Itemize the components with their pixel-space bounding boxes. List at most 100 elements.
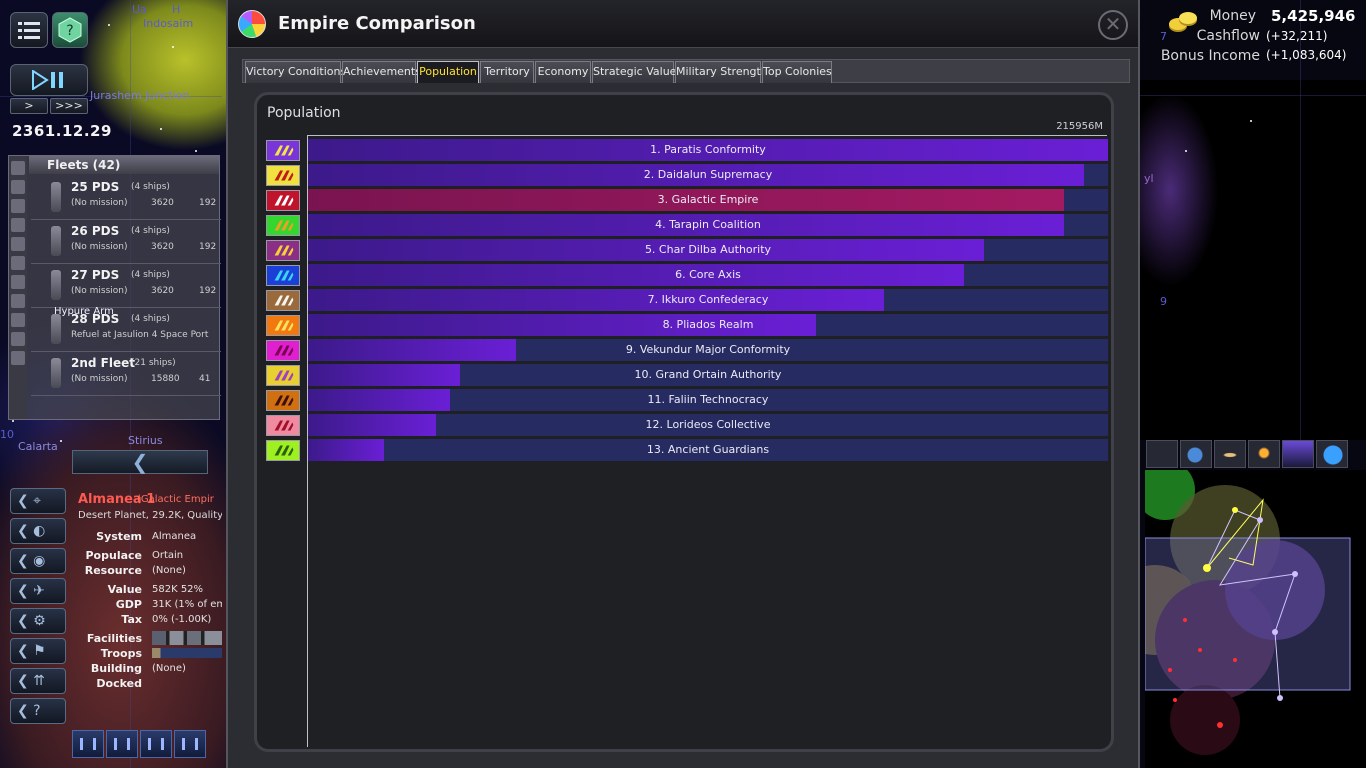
population-bar-track: 11. Faliin Technocracy [308,389,1108,411]
tab-bar: Victory Conditions Achievements Populati… [242,59,1130,83]
minimap-galaxy-button[interactable] [1316,440,1348,468]
close-button[interactable]: ✕ [1098,10,1128,40]
bonus-income-label: Bonus Income [1160,48,1260,64]
view-button[interactable]: ❮ ◉ [10,548,66,574]
tab-victory-conditions[interactable]: Victory Conditions [245,61,346,83]
field-label: Populace [85,549,143,562]
field-label: Resource [84,564,142,577]
minimap-nebula-button[interactable] [1282,440,1314,468]
population-row[interactable]: 2. Daidalun Supremacy [266,164,1108,186]
troops-button[interactable]: ❮ ⇈ [10,668,66,694]
fleet-action-button[interactable] [174,730,206,758]
tab-territory[interactable]: Territory [480,61,534,83]
bonus-income-value: (+1,083,604) [1266,48,1347,62]
query-button[interactable]: ❮ ? [10,698,66,724]
money-value: 5,425,946 [1271,7,1356,25]
sunburst-icon [266,365,300,386]
map-grid-line [1140,95,1366,96]
population-row[interactable]: 13. Ancient Guardians [266,439,1108,461]
population-row[interactable]: 7. Ikkuro Confederacy [266,289,1108,311]
empire-name-label: 3. Galactic Empire [657,193,759,206]
population-row[interactable]: 5. Char Dilba Authority [266,239,1108,261]
tab-population[interactable]: Population [417,61,479,83]
population-bar-track: 12. Lorideos Collective [308,414,1108,436]
flag-button[interactable]: ❮ ⚑ [10,638,66,664]
planets-button[interactable]: ❮ ◐ [10,518,66,544]
population-bar-track: 9. Vekundur Major Conformity [308,339,1108,361]
ships-button[interactable]: ❮ ✈ [10,578,66,604]
empire-name-label: 4. Tarapin Coalition [655,218,761,231]
field-value: 582K 52% [152,584,204,595]
empire-name-label: 13. Ancient Guardians [646,443,770,456]
crown-icon [266,315,300,336]
tab-top-colonies[interactable]: Top Colonies [762,61,832,83]
money-label: Money [1209,8,1256,24]
map-label: 9 [1160,295,1167,308]
population-bar-track: 5. Char Dilba Authority [308,239,1108,261]
population-row[interactable]: 4. Tarapin Coalition [266,214,1108,236]
tab-strategic-value[interactable]: Strategic Value [592,61,676,83]
empire-name-label: 12. Lorideos Collective [645,418,771,431]
fleet-action-button[interactable] [140,730,172,758]
facilities-icons[interactable] [152,631,222,645]
dome-icon [266,265,300,286]
population-row[interactable]: 1. Paratis Conformity [266,139,1108,161]
dialog-title-bar: Empire Comparison ✕ [228,0,1138,48]
field-value: 31K (1% of emp [152,599,222,610]
population-row[interactable]: 9. Vekundur Major Conformity [266,339,1108,361]
population-row[interactable]: 8. Pliados Realm [266,314,1108,336]
fleet-action-button[interactable] [106,730,138,758]
cashflow-label: Cashflow [1196,28,1260,44]
fleet-action-button[interactable] [72,730,104,758]
empire-name-label: 9. Vekundur Major Conformity [625,343,791,356]
map-grid-line [1300,0,1301,440]
population-row[interactable]: 12. Lorideos Collective [266,414,1108,436]
field-value: (None) [152,663,186,674]
population-row[interactable]: 3. Galactic Empire [266,189,1108,211]
empire-name-label: 6. Core Axis [675,268,741,281]
population-row[interactable]: 6. Core Axis [266,264,1108,286]
population-row[interactable]: 11. Faliin Technocracy [266,389,1108,411]
population-bar-track: 7. Ikkuro Confederacy [308,289,1108,311]
planet-empire: (Galactic Empir [137,494,214,505]
field-value: 0% (-1.00K) [152,614,212,625]
population-bar-track: 3. Galactic Empire [308,189,1108,211]
tab-economy[interactable]: Economy [535,61,591,83]
map-label: yl [1144,172,1154,185]
claw-stripes-icon [266,140,300,161]
minimap[interactable] [1145,470,1366,768]
minimap-planets-button[interactable] [1180,440,1212,468]
empire-name-label: 8. Pliados Realm [662,318,754,331]
population-chart-panel: Population 215956M 1. Paratis Conformity… [254,92,1114,752]
minimap-sun-button[interactable] [1248,440,1280,468]
tab-military-strength[interactable]: Military Strength [675,61,768,83]
settings-button[interactable]: ❮ ⚙ [10,608,66,634]
empire-name-label: 7. Ikkuro Confederacy [647,293,769,306]
field-label: Troops [100,647,142,660]
minimap-ships-button[interactable] [1146,440,1178,468]
tab-achievements[interactable]: Achievements [342,61,421,83]
winged-sun-icon [266,165,300,186]
field-label: Value [107,583,142,596]
field-value: Almanea [152,531,197,542]
chart-title: Population [267,105,341,121]
troops-bar[interactable] [152,648,222,658]
population-row[interactable]: 10. Grand Ortain Authority [266,364,1108,386]
cluster-icon [266,290,300,311]
empire-name-label: 1. Paratis Conformity [650,143,766,156]
minimap-gas-giant-button[interactable] [1214,440,1246,468]
field-label: Tax [121,613,142,626]
empire-logo-icon [238,10,266,38]
population-bar-track: 8. Pliados Realm [308,314,1108,336]
minimap-canvas [1145,470,1366,768]
field-value: (None) [152,565,186,576]
empire-name-label: 11. Faliin Technocracy [647,393,769,406]
population-bar-track: 13. Ancient Guardians [308,439,1108,461]
chart-max-value: 215956M [1056,121,1103,132]
field-label: System [96,530,142,543]
population-bar-track: 10. Grand Ortain Authority [308,364,1108,386]
flame-leaf-icon [266,415,300,436]
target-lock-button[interactable]: ❮ ⌖ [10,488,66,514]
field-label: Facilities [86,632,142,645]
wave-icon [266,340,300,361]
